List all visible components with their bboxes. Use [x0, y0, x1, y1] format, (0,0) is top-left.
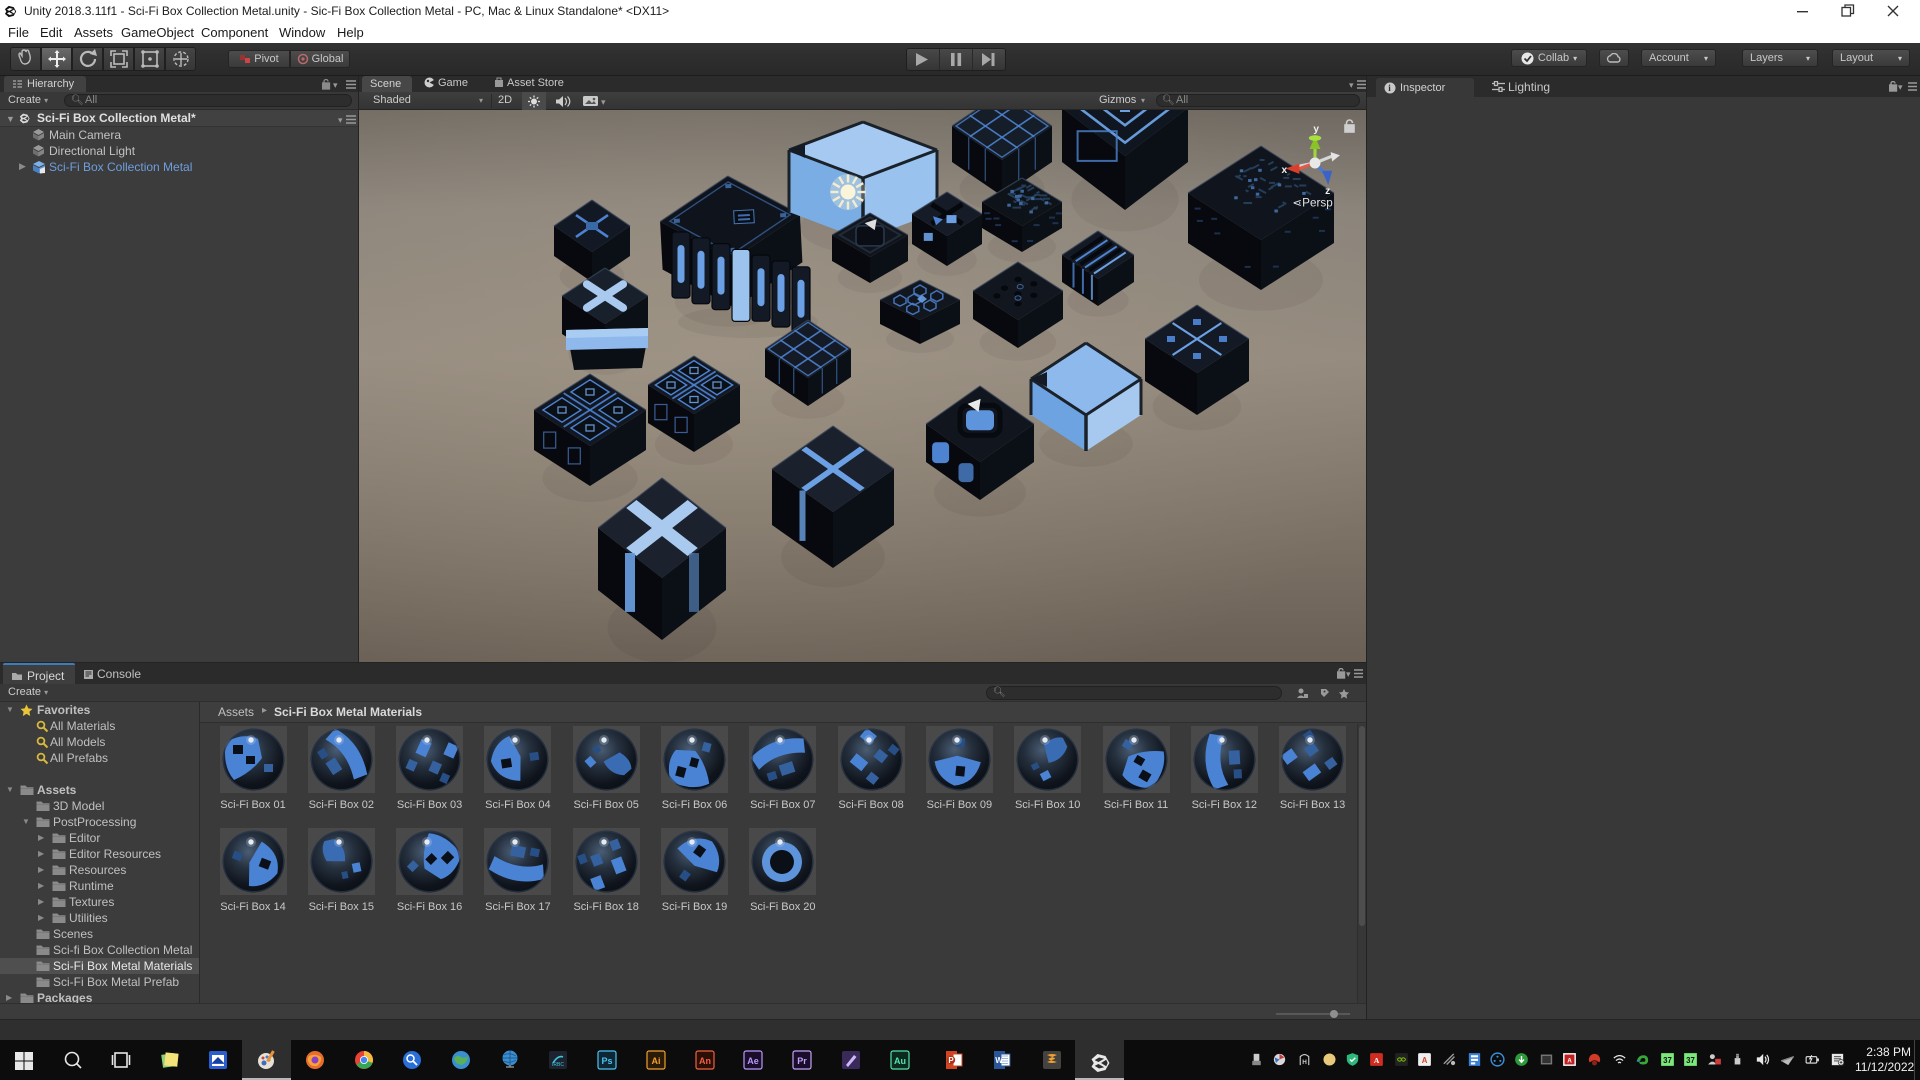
svg-text:An: An	[699, 1056, 711, 1066]
svg-text:H: H	[1302, 1059, 1307, 1066]
svg-text:▾: ▾	[333, 80, 338, 90]
svg-text:A: A	[1422, 1056, 1428, 1065]
svg-text:▾: ▾	[1898, 82, 1903, 92]
svg-text:A: A	[1374, 1056, 1380, 1065]
svg-text:y: y	[1313, 124, 1319, 135]
svg-text:A: A	[1567, 1057, 1572, 1064]
svg-text:Ps: Ps	[601, 1056, 612, 1066]
svg-text:z: z	[1325, 186, 1330, 197]
svg-text:▾: ▾	[601, 97, 606, 107]
svg-text:x: x	[1281, 165, 1287, 176]
svg-text:IRBC: IRBC	[552, 1062, 564, 1068]
svg-text:37: 37	[1686, 1056, 1695, 1065]
svg-text:P: P	[948, 1056, 954, 1065]
svg-text:▾: ▾	[1346, 669, 1351, 679]
svg-text:▾: ▾	[338, 115, 343, 125]
svg-text:Pr: Pr	[797, 1056, 807, 1066]
svg-text:37: 37	[1663, 1056, 1672, 1065]
svg-text:⋖Persp: ⋖Persp	[1292, 197, 1333, 210]
svg-text:▾: ▾	[1349, 80, 1354, 90]
svg-text:Ai: Ai	[652, 1056, 661, 1066]
svg-text:Au: Au	[894, 1056, 906, 1066]
svg-text:Ae: Ae	[747, 1056, 759, 1066]
